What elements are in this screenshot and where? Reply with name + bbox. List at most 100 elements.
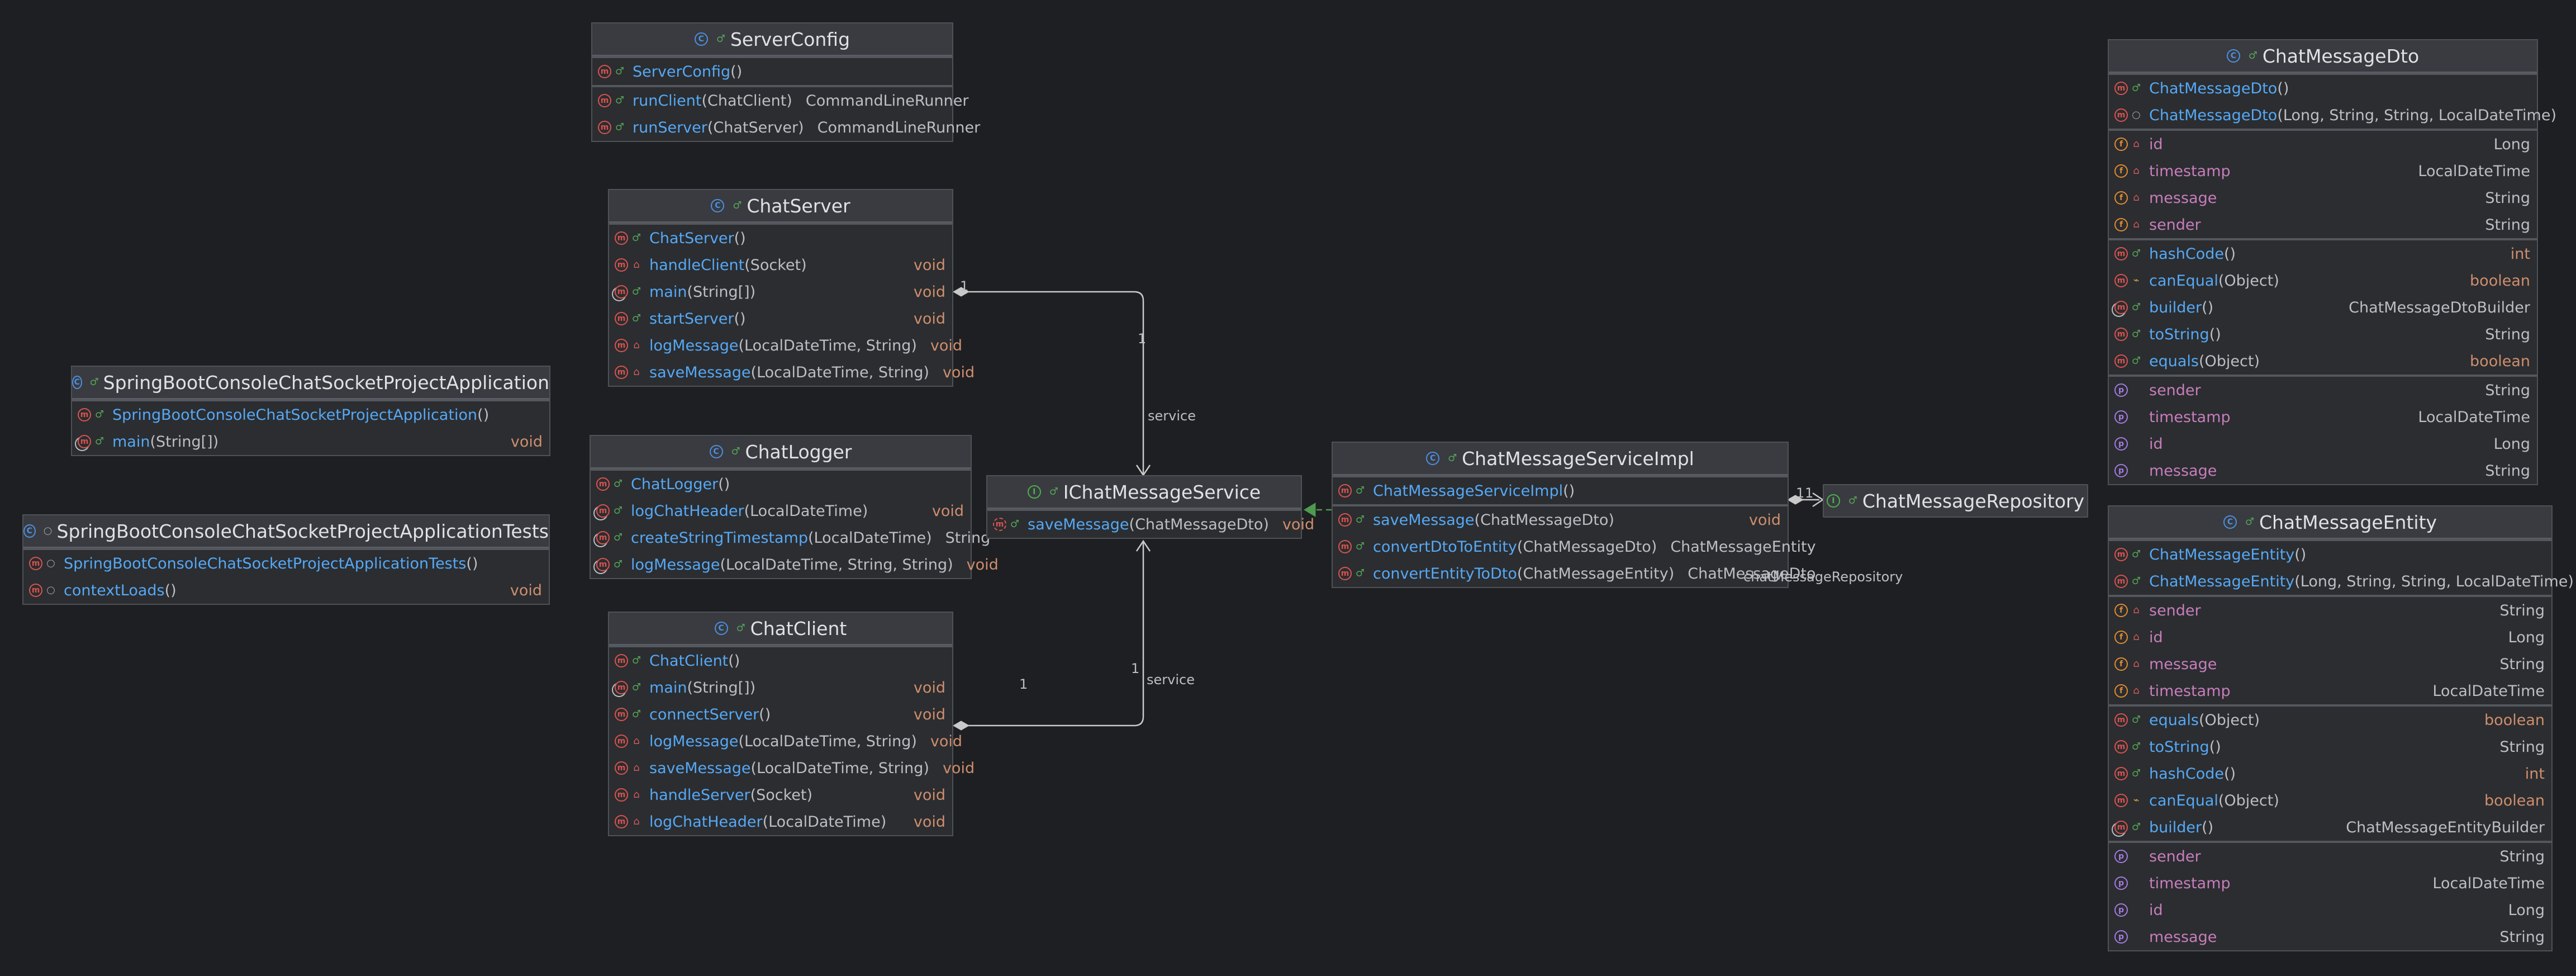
method-row[interactable]: m ♂ builder() ChatMessageEntityBuilder [2109, 814, 2551, 841]
method-row[interactable]: m ♂ hashCode() int [2109, 760, 2551, 787]
class-node-server-config[interactable]: C ♂ ServerConfig m ♂ ServerConfig() m ♂ runClien… [591, 22, 980, 142]
member-name: main [649, 283, 687, 301]
method-row[interactable]: m ⌁ canEqual (Object) boolean [2109, 267, 2537, 294]
method-row[interactable]: m ♂ equals (Object) boolean [2109, 707, 2551, 733]
class-header[interactable]: C ♂ ChatMessageEntity [2109, 506, 2551, 539]
member-name: runServer [633, 119, 707, 136]
lock-icon: ⌂ [2133, 165, 2140, 177]
class-header[interactable]: C ♂ ChatLogger [591, 436, 971, 468]
field-icon: f [2114, 684, 2128, 698]
property-row[interactable]: p message String [2109, 923, 2551, 950]
class-header[interactable]: I ♂ IChatMessageService [987, 476, 1301, 509]
property-row[interactable]: p sender String [2109, 843, 2551, 870]
method-row[interactable]: m ○ contextLoads() void [23, 577, 549, 604]
method-row[interactable]: m ⌂ handleClient (Socket) void [609, 252, 952, 278]
property-row[interactable]: p id Long [2109, 430, 2537, 457]
class-title: ChatMessageEntity [2259, 511, 2437, 533]
class-header[interactable]: C ♂ ChatServer [609, 190, 952, 222]
class-node-ichat-message-service[interactable]: I ♂ IChatMessageService m ♂ saveMessage (ChatM… [986, 475, 1314, 539]
unlock-icon: ♂ [1010, 518, 1020, 530]
method-row[interactable]: m ♂ main (String[]) void [609, 674, 952, 701]
class-header[interactable]: C ○ SpringBootConsoleChatSocketProjectAppl… [23, 515, 549, 548]
field-row[interactable]: f ⌂ sender String [2109, 211, 2537, 238]
class-header[interactable]: I ♂ ChatMessageRepository [1824, 485, 2087, 517]
method-row[interactable]: m ♂ SpringBootConsoleChatSocketProjectAppl… [72, 401, 549, 428]
property-row[interactable]: p message String [2109, 457, 2537, 484]
member-params: (ChatMessageDto) [1517, 538, 1657, 556]
class-node-chat-server[interactable]: C ♂ ChatServer m ♂ ChatServer() m ⌂ handleClient… [608, 189, 975, 387]
method-row[interactable]: m ⌂ handleServer (Socket) void [609, 781, 952, 808]
member-type: ChatMessageEntity [1670, 538, 1816, 556]
method-row[interactable]: m ♂ main (String[]) void [72, 428, 549, 455]
method-row[interactable]: m ⌂ logMessage (LocalDateTime, String) void [609, 332, 962, 359]
method-row[interactable]: m ♂ runClient (ChatClient) CommandLineRunner [592, 87, 968, 114]
class-header[interactable]: C ♂ ChatClient [609, 613, 952, 645]
method-row[interactable]: m ♂ main (String[]) void [609, 278, 952, 305]
method-row[interactable]: m ♂ ServerConfig() [592, 58, 952, 85]
method-row[interactable]: m ⌂ logChatHeader (LocalDateTime) void [609, 808, 952, 835]
class-header[interactable]: C ♂ SpringBootConsoleChatSocketProjectAppl… [72, 367, 549, 399]
field-row[interactable]: f ⌂ id Long [2109, 131, 2537, 158]
class-node-app[interactable]: C ♂ SpringBootConsoleChatSocketProjectAppl… [71, 366, 550, 456]
method-row[interactable]: m ♂ ChatServer() [609, 225, 952, 252]
field-row[interactable]: f ⌂ timestamp LocalDateTime [2109, 677, 2551, 704]
class-node-chat-message-entity[interactable]: C ♂ ChatMessageEntity m ♂ ChatMessageEntity()… [2108, 505, 2574, 951]
class-header[interactable]: C ♂ ServerConfig [592, 23, 952, 56]
field-row[interactable]: f ⌂ message String [2109, 651, 2551, 677]
method-row[interactable]: m ♂ ChatLogger() [591, 471, 971, 498]
method-row[interactable]: m ♂ logMessage (LocalDateTime, String, Stri… [591, 551, 999, 578]
method-row[interactable]: m ♂ builder() ChatMessageDtoBuilder [2109, 294, 2537, 321]
member-icons: m ♂ [2114, 548, 2149, 561]
method-row[interactable]: m ♂ logChatHeader (LocalDateTime) void [591, 498, 971, 524]
class-header[interactable]: C ♂ ChatMessageServiceImpl [1333, 443, 1788, 475]
method-row[interactable]: m ♂ toString() String [2109, 321, 2537, 348]
member-name: sender [2149, 216, 2201, 234]
method-row[interactable]: m ⌂ logMessage (LocalDateTime, String) void [609, 728, 962, 755]
method-row[interactable]: m ♂ ChatClient() [609, 647, 952, 674]
property-row[interactable]: p id Long [2109, 897, 2551, 923]
member-icons: m ○ [29, 557, 64, 570]
field-row[interactable]: f ⌂ timestamp LocalDateTime [2109, 158, 2537, 184]
member-params: (Socket) [744, 256, 807, 274]
method-row[interactable]: m ♂ createStringTimestamp (LocalDateTime) St… [591, 524, 990, 551]
method-row[interactable]: m ⌂ saveMessage (LocalDateTime, String) void [609, 359, 975, 386]
unlock-icon: ♂ [731, 446, 740, 457]
class-node-chat-logger[interactable]: C ♂ ChatLogger m ♂ ChatLogger() m ♂ logChatHeade… [590, 435, 999, 579]
method-row[interactable]: m ♂ hashCode() int [2109, 240, 2537, 267]
method-row[interactable]: m ♂ saveMessage (ChatMessageDto) void [1333, 506, 1788, 533]
property-row[interactable]: p timestamp LocalDateTime [2109, 404, 2537, 430]
class-node-chat-client[interactable]: C ♂ ChatClient m ♂ ChatClient() m ♂ main (String[… [608, 612, 975, 836]
method-row[interactable]: m ♂ toString() String [2109, 733, 2551, 760]
method-row[interactable]: m ♂ ChatMessageEntity() [2109, 541, 2551, 568]
method-row[interactable]: m ♂ startServer() void [609, 305, 952, 332]
method-row[interactable]: m ♂ runServer (ChatServer) CommandLineRunner [592, 114, 980, 141]
method-row[interactable]: m ♂ equals (Object) boolean [2109, 348, 2537, 375]
method-row[interactable]: m ♂ convertDtoToEntity (ChatMessageDto) Chat… [1333, 533, 1816, 560]
method-row[interactable]: m ♂ connectServer() void [609, 701, 952, 728]
class-node-chat-message-service-impl[interactable]: C ♂ ChatMessageServiceImpl m ♂ ChatMessageSer… [1332, 442, 1816, 588]
field-row[interactable]: f ⌂ id Long [2109, 624, 2551, 651]
method-row[interactable]: m ○ ChatMessageDto (Long, String, String, L… [2109, 102, 2556, 129]
method-row[interactable]: m ⌁ canEqual (Object) boolean [2109, 787, 2551, 814]
property-row[interactable]: p timestamp LocalDateTime [2109, 870, 2551, 897]
method-row[interactable]: m ♂ ChatMessageServiceImpl() [1333, 477, 1788, 504]
method-row[interactable]: m ⌂ saveMessage (LocalDateTime, String) void [609, 755, 975, 781]
method-row[interactable]: m ○ SpringBootConsoleChatSocketProjectAppl… [23, 550, 549, 577]
method-row[interactable]: m ♂ saveMessage (ChatMessageDto) void [987, 511, 1314, 538]
field-row[interactable]: f ⌂ message String [2109, 184, 2537, 211]
member-icons: p [2114, 876, 2149, 890]
method-row[interactable]: m ♂ ChatMessageDto() [2109, 75, 2537, 102]
class-node-chat-message-repository[interactable]: I ♂ ChatMessageRepository [1823, 484, 2088, 518]
key-icon: ⌁ [2133, 794, 2140, 806]
unlock-icon: ♂ [2131, 82, 2141, 94]
class-node-chat-message-dto[interactable]: C ♂ ChatMessageDto m ♂ ChatMessageDto() m ○ Chat… [2108, 39, 2556, 485]
class-header[interactable]: C ♂ ChatMessageDto [2109, 40, 2537, 73]
property-row[interactable]: p sender String [2109, 377, 2537, 404]
class-node-app-tests[interactable]: C ○ SpringBootConsoleChatSocketProjectAppl… [22, 514, 550, 605]
method-row[interactable]: m ♂ convertEntityToDto (ChatMessageEntity) C… [1333, 560, 1816, 587]
member-icons: m ♂ [78, 408, 112, 421]
member-params: (String[]) [687, 679, 756, 697]
lock-icon: ⌂ [633, 339, 640, 351]
method-row[interactable]: m ♂ ChatMessageEntity (Long, String, String… [2109, 568, 2574, 595]
field-row[interactable]: f ⌂ sender String [2109, 597, 2551, 624]
